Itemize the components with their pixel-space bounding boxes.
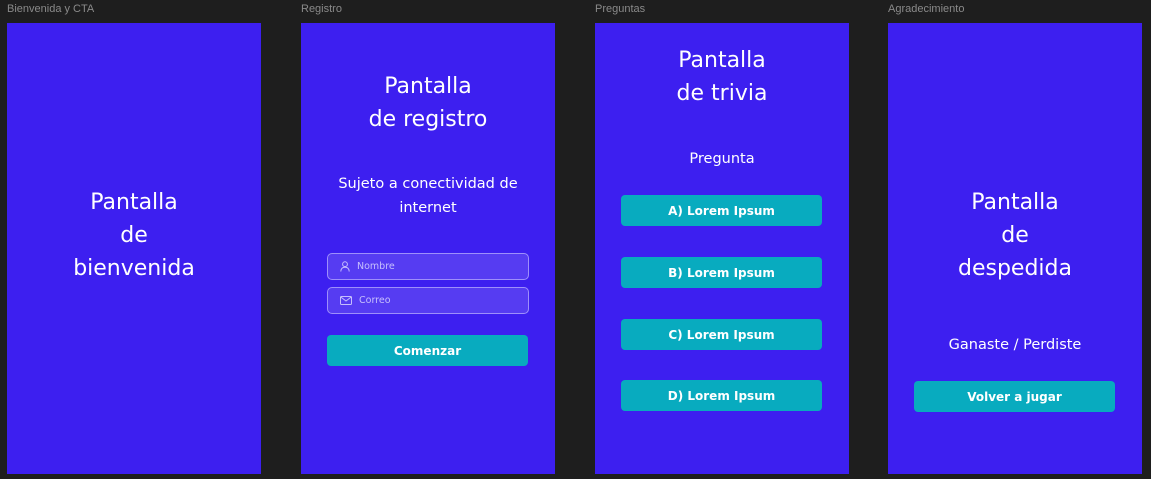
farewell-title-line-2: de: [1001, 223, 1029, 248]
register-title-line-1: Pantalla: [384, 74, 472, 99]
frame-label-thanks[interactable]: Agradecimiento: [888, 3, 964, 15]
trivia-title-line-1: Pantalla: [678, 48, 766, 73]
welcome-title-line-1: Pantalla: [90, 190, 178, 215]
trivia-title: Pantalla de trivia: [595, 44, 849, 110]
question-text: Pregunta: [689, 151, 755, 167]
connectivity-note-line-2: internet: [399, 200, 457, 216]
farewell-title: Pantalla de despedida: [888, 186, 1142, 285]
frame-register: Pantalla de registro Sujeto a conectivid…: [301, 23, 555, 474]
frame-label-register[interactable]: Registro: [301, 3, 342, 15]
user-icon: [340, 261, 350, 272]
trivia-title-line-2: de trivia: [676, 81, 768, 106]
result-text: Ganaste / Perdiste: [948, 337, 1082, 353]
frame-questions: Pantalla de trivia Pregunta A) Lorem Ips…: [595, 23, 849, 474]
frame-thanks: Pantalla de despedida Ganaste / Perdiste…: [888, 23, 1142, 474]
replay-button[interactable]: Volver a jugar: [914, 381, 1115, 412]
mail-icon: [340, 296, 352, 305]
welcome-title: Pantalla de bienvenida: [7, 186, 261, 285]
name-input[interactable]: [357, 261, 517, 272]
register-title-line-2: de registro: [368, 107, 488, 132]
farewell-title-line-1: Pantalla: [971, 190, 1059, 215]
email-input[interactable]: [359, 295, 519, 306]
answer-button-c[interactable]: C) Lorem Ipsum: [621, 319, 822, 350]
answer-button-b[interactable]: B) Lorem Ipsum: [621, 257, 822, 288]
welcome-title-line-3: bienvenida: [73, 256, 195, 281]
answer-button-d[interactable]: D) Lorem Ipsum: [621, 380, 822, 411]
welcome-title-line-2: de: [120, 223, 148, 248]
answer-button-a[interactable]: A) Lorem Ipsum: [621, 195, 822, 226]
email-field[interactable]: [327, 287, 529, 314]
farewell-title-line-3: despedida: [958, 256, 1072, 281]
frame-label-welcome[interactable]: Bienvenida y CTA: [7, 3, 94, 15]
connectivity-note: Sujeto a conectividad de internet: [301, 172, 555, 220]
name-field[interactable]: [327, 253, 529, 280]
start-button[interactable]: Comenzar: [327, 335, 528, 366]
connectivity-note-line-1: Sujeto a conectividad de: [338, 176, 518, 192]
register-title: Pantalla de registro: [301, 70, 555, 136]
frame-welcome: Pantalla de bienvenida: [7, 23, 261, 474]
frame-label-questions[interactable]: Preguntas: [595, 3, 645, 15]
